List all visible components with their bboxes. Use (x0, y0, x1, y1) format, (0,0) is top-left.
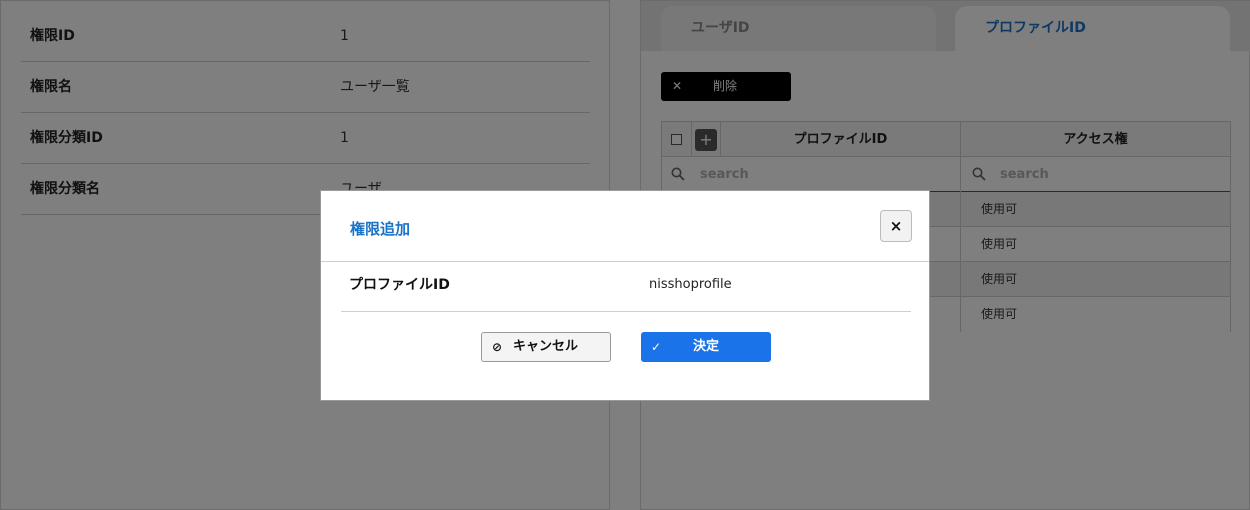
cancel-icon: ⊘ (492, 340, 503, 354)
cancel-button[interactable]: ⊘ キャンセル (481, 332, 611, 362)
profile-id-field: プロファイルID nisshoprofile (341, 262, 911, 312)
close-icon: × (889, 217, 903, 235)
close-button[interactable]: × (880, 210, 912, 242)
field-label: プロファイルID (349, 277, 450, 293)
field-value: nisshoprofile (649, 277, 732, 292)
add-permission-dialog: 権限追加 × プロファイルID nisshoprofile ⊘ キャンセル ✓ … (320, 190, 930, 401)
check-icon: ✓ (651, 340, 662, 354)
confirm-button-label: 決定 (693, 339, 720, 354)
cancel-button-label: キャンセル (513, 339, 579, 354)
dialog-title: 権限追加 (350, 220, 411, 238)
confirm-button[interactable]: ✓ 決定 (641, 332, 771, 362)
